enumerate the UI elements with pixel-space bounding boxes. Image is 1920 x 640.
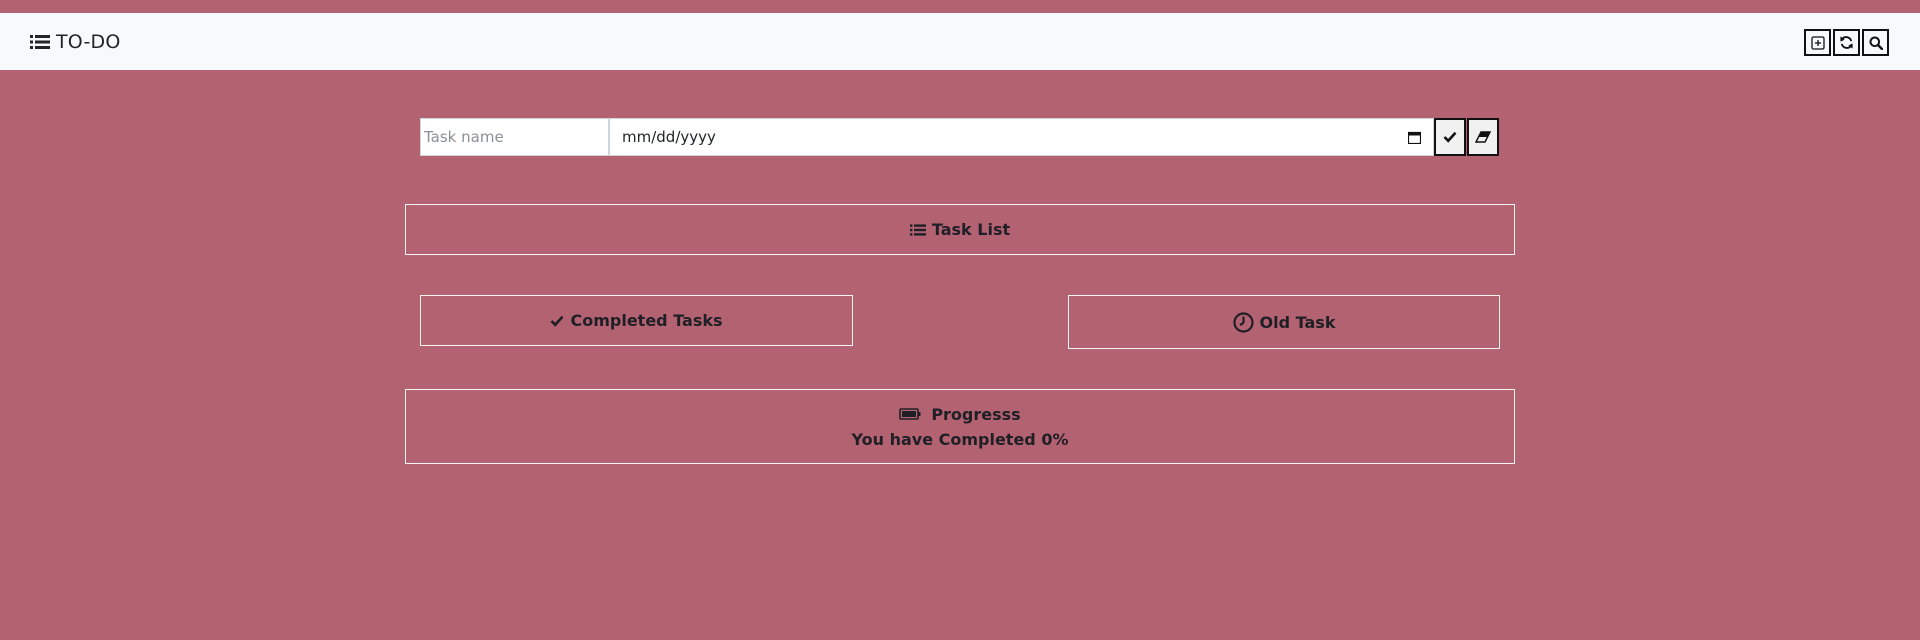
due-date-input[interactable]: mm/dd/yyyy (609, 118, 1434, 156)
completed-tasks-section[interactable]: Completed Tasks (420, 295, 853, 346)
navbar: TO-DO (0, 13, 1920, 70)
date-placeholder: mm/dd/yyyy (622, 128, 716, 146)
refresh-icon (1840, 36, 1853, 49)
progress-text: You have Completed 0% (851, 429, 1069, 449)
refresh-button[interactable] (1833, 29, 1860, 56)
progress-title: Progresss (931, 404, 1021, 424)
battery-icon (899, 408, 921, 420)
check-icon (1443, 131, 1457, 143)
check-icon (551, 315, 564, 327)
list-icon (30, 34, 50, 49)
eraser-icon (1475, 131, 1491, 143)
completed-tasks-label: Completed Tasks (570, 311, 723, 330)
clear-input-button[interactable] (1467, 118, 1499, 156)
brand[interactable]: TO-DO (30, 13, 121, 70)
progress-section: Progresss You have Completed 0% (405, 389, 1515, 464)
task-list-label: Task List (931, 220, 1011, 239)
search-icon (1869, 36, 1883, 50)
clock-icon (1232, 311, 1254, 333)
task-list-section[interactable]: Task List (405, 204, 1515, 255)
plus-square-icon (1810, 35, 1825, 50)
list-icon (909, 223, 926, 236)
task-name-input[interactable] (420, 118, 609, 156)
brand-label: TO-DO (56, 30, 121, 53)
submit-task-button[interactable] (1434, 118, 1466, 156)
old-task-section[interactable]: Old Task (1068, 295, 1500, 349)
search-button[interactable] (1862, 29, 1889, 56)
calendar-icon[interactable] (1408, 131, 1421, 144)
old-task-label: Old Task (1259, 312, 1336, 332)
add-button[interactable] (1804, 29, 1831, 56)
